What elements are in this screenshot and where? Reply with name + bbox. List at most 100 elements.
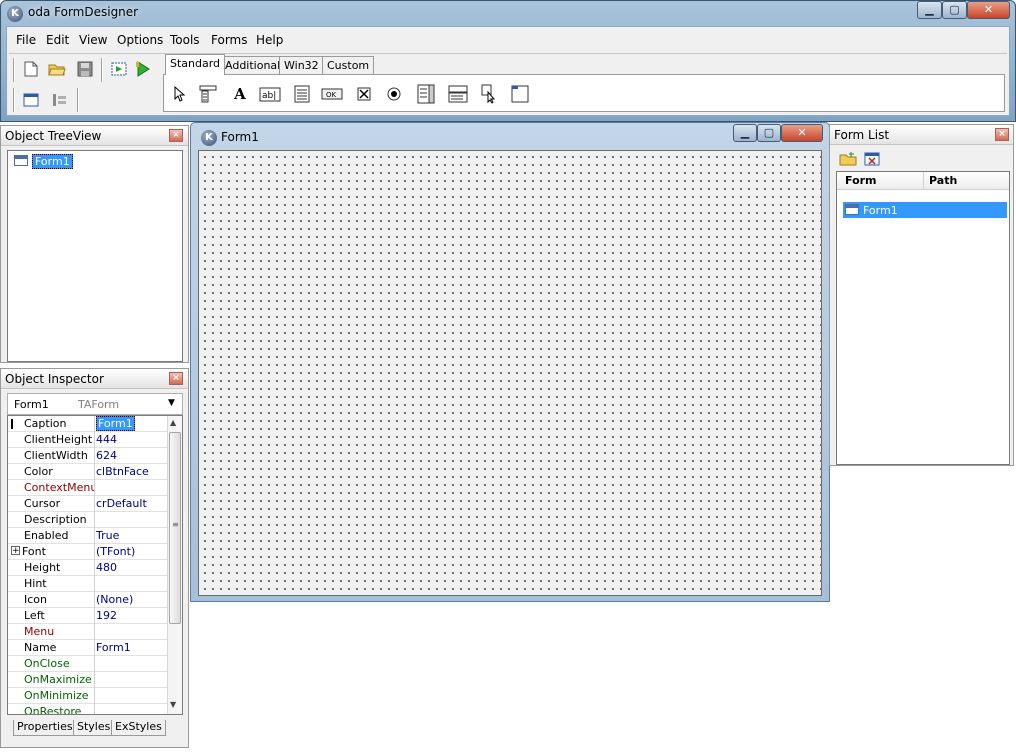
property-row[interactable]: Color clBtnFace — [8, 464, 168, 480]
form-maximize-button[interactable]: ▢ — [757, 124, 781, 142]
property-name: Enabled — [24, 529, 69, 542]
menu-edit[interactable]: Edit — [46, 33, 69, 47]
button-icon[interactable]: OK — [320, 83, 344, 105]
object-selector[interactable]: Form1 TAForm ▼ — [7, 393, 183, 415]
scrollbar[interactable]: ▲ ≡ ▼ — [167, 416, 182, 714]
column-header-path[interactable]: Path — [929, 174, 957, 187]
scrollbar-icon[interactable] — [478, 83, 502, 105]
main-menu-icon[interactable] — [196, 83, 220, 105]
svg-text:ab|: ab| — [262, 91, 276, 101]
form-minimize-button[interactable]: ▁ — [733, 124, 757, 142]
checkbox-icon[interactable] — [352, 83, 376, 105]
menu-file[interactable]: File — [16, 33, 36, 47]
property-value[interactable]: True — [96, 529, 119, 542]
menu-forms[interactable]: Forms — [211, 33, 247, 47]
tree-view[interactable]: Form1 — [7, 150, 183, 362]
property-row[interactable]: OnMaximize — [8, 672, 168, 688]
property-value[interactable]: 192 — [96, 609, 117, 622]
property-value[interactable]: 444 — [96, 433, 117, 446]
property-name: Description — [24, 513, 87, 526]
property-row[interactable]: Description — [8, 512, 168, 528]
panel-icon[interactable] — [508, 83, 532, 105]
panel-header: Object TreeView × — [1, 126, 188, 146]
pointer-icon[interactable] — [168, 83, 192, 105]
column-header-form[interactable]: Form — [845, 174, 877, 187]
form-window-icon[interactable] — [21, 90, 41, 110]
menu-tools[interactable]: Tools — [170, 33, 200, 47]
listbox-icon[interactable] — [414, 83, 438, 105]
property-value[interactable]: 624 — [96, 449, 117, 462]
tab-styles[interactable]: Styles — [73, 720, 115, 736]
palette-tab-standard[interactable]: Standard — [165, 54, 226, 75]
property-row[interactable]: ClientHeight 444 — [8, 432, 168, 448]
property-row[interactable]: Left 192 — [8, 608, 168, 624]
property-value[interactable]: 480 — [96, 561, 117, 574]
property-value[interactable]: (None) — [96, 593, 133, 606]
new-file-icon[interactable] — [21, 59, 41, 79]
property-row[interactable]: OnRestore — [8, 704, 168, 714]
object-inspector-panel: Object Inspector × Form1 TAForm ▼ OnRest… — [0, 368, 189, 748]
scroll-up-icon[interactable]: ▲ — [170, 418, 176, 427]
palette-tab-win32[interactable]: Win32 — [279, 56, 324, 74]
combobox-icon[interactable] — [446, 83, 470, 105]
property-value[interactable]: Form1 — [96, 641, 131, 654]
property-row[interactable]: Menu — [8, 624, 168, 640]
property-row[interactable]: Hint — [8, 576, 168, 592]
toolbar-grip — [13, 58, 15, 82]
property-row[interactable]: Caption Form1 — [8, 416, 168, 432]
run-icon[interactable] — [133, 59, 153, 79]
component-order-icon[interactable] — [49, 90, 69, 110]
property-row[interactable]: ContextMenu — [8, 480, 168, 496]
design-surface[interactable] — [198, 150, 822, 596]
chevron-down-icon[interactable]: ▼ — [168, 398, 175, 408]
column-divider — [94, 592, 95, 608]
property-value[interactable]: Form1 — [96, 416, 135, 431]
property-row[interactable]: ClientWidth 624 — [8, 448, 168, 464]
add-form-icon[interactable] — [838, 149, 858, 169]
scroll-down-icon[interactable]: ▼ — [170, 700, 176, 709]
palette-tab-additional[interactable]: Additional — [220, 56, 286, 74]
property-row[interactable]: Name Form1 — [8, 640, 168, 656]
property-value[interactable]: (TFont) — [96, 545, 135, 558]
property-row[interactable]: Enabled True — [8, 528, 168, 544]
property-name: OnMinimize — [24, 689, 89, 702]
menu-options[interactable]: Options — [117, 33, 163, 47]
tab-exstyles[interactable]: ExStyles — [111, 720, 166, 736]
menu-help[interactable]: Help — [256, 33, 283, 47]
label-icon[interactable]: A — [228, 83, 252, 105]
tab-properties[interactable]: Properties — [13, 720, 77, 736]
maximize-button[interactable]: ▢ — [942, 1, 967, 19]
object-type: TAForm — [78, 398, 120, 411]
run-form-icon[interactable] — [109, 59, 129, 79]
form-close-button[interactable]: ✕ — [781, 124, 823, 142]
property-row[interactable]: Icon (None) — [8, 592, 168, 608]
property-row[interactable]: + Font (TFont) — [8, 544, 168, 560]
property-row[interactable]: OnMinimize — [8, 688, 168, 704]
toolbar-grip — [13, 88, 15, 112]
property-value[interactable]: crDefault — [96, 497, 147, 510]
edit-icon[interactable]: ab| — [258, 83, 282, 105]
open-folder-icon[interactable] — [47, 59, 67, 79]
column-divider — [94, 704, 95, 714]
palette-tab-custom[interactable]: Custom — [322, 56, 375, 74]
remove-form-icon[interactable] — [862, 149, 882, 169]
menu-view[interactable]: View — [79, 33, 107, 47]
close-button[interactable]: ✕ — [967, 1, 1010, 19]
property-row[interactable]: Cursor crDefault — [8, 496, 168, 512]
property-row[interactable]: Height 480 — [8, 560, 168, 576]
close-icon[interactable]: × — [995, 128, 1009, 141]
expand-icon[interactable]: + — [11, 546, 20, 556]
selected-row-marker — [11, 419, 13, 429]
memo-icon[interactable] — [290, 83, 314, 105]
close-icon[interactable]: × — [169, 372, 183, 385]
property-row[interactable]: OnClose — [8, 656, 168, 672]
minimize-button[interactable]: ▁ — [917, 1, 942, 19]
save-icon[interactable] — [75, 59, 95, 79]
radio-icon[interactable] — [382, 83, 406, 105]
property-value[interactable]: clBtnFace — [96, 465, 149, 478]
tree-item-form1[interactable]: Form1 — [32, 154, 73, 169]
property-name: ClientHeight — [24, 433, 93, 446]
main-titlebar[interactable]: K oda FormDesigner ▁ ▢ ✕ — [0, 0, 1016, 26]
list-item[interactable]: Form1 — [843, 202, 1007, 218]
close-icon[interactable]: × — [169, 129, 183, 142]
